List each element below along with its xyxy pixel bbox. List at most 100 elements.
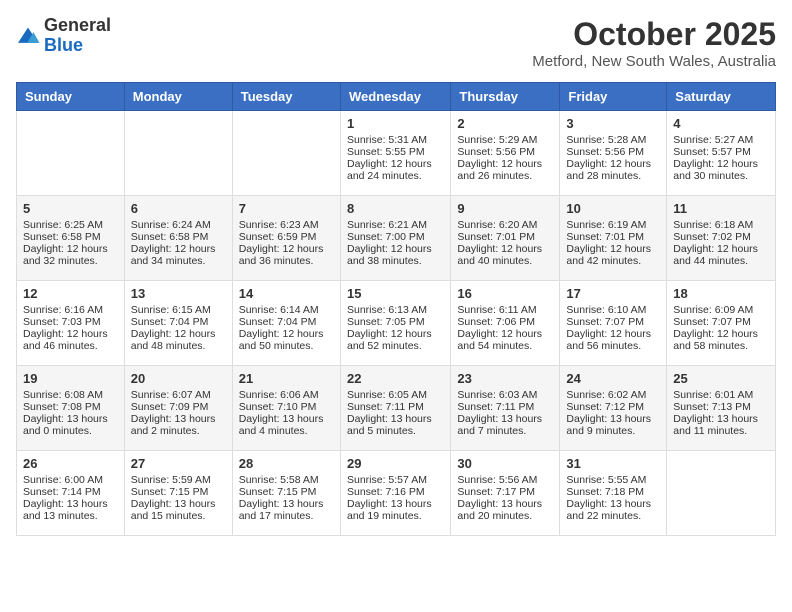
day-number: 14 [239, 286, 334, 301]
sunrise-text: Sunrise: 6:03 AM [457, 389, 537, 401]
sunset-text: Sunset: 7:11 PM [457, 401, 534, 413]
day-number: 15 [347, 286, 444, 301]
daylight-text: Daylight: 13 hours and 5 minutes. [347, 413, 432, 437]
sunset-text: Sunset: 7:15 PM [239, 486, 317, 498]
sunset-text: Sunset: 7:12 PM [566, 401, 644, 413]
logo-icon [16, 26, 40, 46]
day-number: 17 [566, 286, 660, 301]
sunrise-text: Sunrise: 6:09 AM [673, 304, 753, 316]
daylight-text: Daylight: 13 hours and 2 minutes. [131, 413, 216, 437]
day-number: 4 [673, 116, 769, 131]
calendar-cell: 9Sunrise: 6:20 AMSunset: 7:01 PMDaylight… [451, 196, 560, 281]
calendar-cell [667, 451, 776, 536]
weekday-header-saturday: Saturday [667, 83, 776, 111]
daylight-text: Daylight: 12 hours and 48 minutes. [131, 328, 216, 352]
title-block: October 2025 Metford, New South Wales, A… [532, 16, 776, 70]
calendar-cell: 5Sunrise: 6:25 AMSunset: 6:58 PMDaylight… [17, 196, 125, 281]
sunrise-text: Sunrise: 5:57 AM [347, 474, 427, 486]
calendar-cell: 26Sunrise: 6:00 AMSunset: 7:14 PMDayligh… [17, 451, 125, 536]
calendar-cell: 23Sunrise: 6:03 AMSunset: 7:11 PMDayligh… [451, 366, 560, 451]
sunrise-text: Sunrise: 5:27 AM [673, 134, 753, 146]
day-number: 26 [23, 456, 118, 471]
daylight-text: Daylight: 13 hours and 19 minutes. [347, 498, 432, 522]
daylight-text: Daylight: 12 hours and 44 minutes. [673, 243, 758, 267]
calendar-cell: 7Sunrise: 6:23 AMSunset: 6:59 PMDaylight… [232, 196, 340, 281]
week-row-1: 1Sunrise: 5:31 AMSunset: 5:55 PMDaylight… [17, 111, 776, 196]
day-number: 19 [23, 371, 118, 386]
calendar-cell: 31Sunrise: 5:55 AMSunset: 7:18 PMDayligh… [560, 451, 667, 536]
calendar-cell: 14Sunrise: 6:14 AMSunset: 7:04 PMDayligh… [232, 281, 340, 366]
calendar-cell [124, 111, 232, 196]
sunrise-text: Sunrise: 6:18 AM [673, 219, 753, 231]
sunrise-text: Sunrise: 6:05 AM [347, 389, 427, 401]
sunrise-text: Sunrise: 6:19 AM [566, 219, 646, 231]
logo-blue: Blue [44, 35, 83, 55]
weekday-header-wednesday: Wednesday [340, 83, 450, 111]
sunrise-text: Sunrise: 6:08 AM [23, 389, 103, 401]
sunset-text: Sunset: 5:56 PM [566, 146, 644, 158]
daylight-text: Daylight: 12 hours and 26 minutes. [457, 158, 542, 182]
day-number: 2 [457, 116, 553, 131]
sunrise-text: Sunrise: 6:23 AM [239, 219, 319, 231]
logo-text: General Blue [44, 16, 111, 56]
day-number: 20 [131, 371, 226, 386]
calendar-cell: 10Sunrise: 6:19 AMSunset: 7:01 PMDayligh… [560, 196, 667, 281]
sunrise-text: Sunrise: 5:59 AM [131, 474, 211, 486]
calendar-cell: 21Sunrise: 6:06 AMSunset: 7:10 PMDayligh… [232, 366, 340, 451]
weekday-header-friday: Friday [560, 83, 667, 111]
daylight-text: Daylight: 13 hours and 9 minutes. [566, 413, 651, 437]
calendar-cell [232, 111, 340, 196]
calendar-cell: 30Sunrise: 5:56 AMSunset: 7:17 PMDayligh… [451, 451, 560, 536]
day-number: 7 [239, 201, 334, 216]
daylight-text: Daylight: 12 hours and 32 minutes. [23, 243, 108, 267]
day-number: 11 [673, 201, 769, 216]
calendar-cell: 4 Sunrise: 5:27 AMSunset: 5:57 PMDaylight… [667, 111, 776, 196]
day-number: 10 [566, 201, 660, 216]
daylight-text: Daylight: 12 hours and 30 minutes. [673, 158, 758, 182]
day-number: 27 [131, 456, 226, 471]
sunset-text: Sunset: 7:06 PM [457, 316, 535, 328]
sunset-text: Sunset: 7:16 PM [347, 486, 425, 498]
logo-general: General [44, 15, 111, 35]
sunrise-text: Sunrise: 6:20 AM [457, 219, 537, 231]
sunrise-text: Sunrise: 6:24 AM [131, 219, 211, 231]
sunrise-text: Sunrise: 6:06 AM [239, 389, 319, 401]
daylight-text: Daylight: 12 hours and 58 minutes. [673, 328, 758, 352]
sunset-text: Sunset: 7:13 PM [673, 401, 751, 413]
daylight-text: Daylight: 12 hours and 34 minutes. [131, 243, 216, 267]
sunset-text: Sunset: 7:03 PM [23, 316, 101, 328]
sunrise-text: Sunrise: 6:01 AM [673, 389, 753, 401]
sunrise-text: Sunrise: 6:25 AM [23, 219, 103, 231]
sunset-text: Sunset: 7:14 PM [23, 486, 101, 498]
sunrise-text: Sunrise: 6:02 AM [566, 389, 646, 401]
daylight-text: Daylight: 12 hours and 46 minutes. [23, 328, 108, 352]
sunrise-text: Sunrise: 5:31 AM [347, 134, 427, 146]
day-number: 30 [457, 456, 553, 471]
day-number: 25 [673, 371, 769, 386]
daylight-text: Daylight: 12 hours and 38 minutes. [347, 243, 432, 267]
daylight-text: Daylight: 12 hours and 52 minutes. [347, 328, 432, 352]
calendar-cell: 22Sunrise: 6:05 AMSunset: 7:11 PMDayligh… [340, 366, 450, 451]
calendar-cell: 29Sunrise: 5:57 AMSunset: 7:16 PMDayligh… [340, 451, 450, 536]
daylight-text: Daylight: 12 hours and 54 minutes. [457, 328, 542, 352]
sunrise-text: Sunrise: 6:16 AM [23, 304, 103, 316]
calendar-cell: 16Sunrise: 6:11 AMSunset: 7:06 PMDayligh… [451, 281, 560, 366]
weekday-header-monday: Monday [124, 83, 232, 111]
day-number: 9 [457, 201, 553, 216]
sunset-text: Sunset: 6:58 PM [131, 231, 209, 243]
day-number: 12 [23, 286, 118, 301]
calendar-cell: 2Sunrise: 5:29 AMSunset: 5:56 PMDaylight… [451, 111, 560, 196]
daylight-text: Daylight: 12 hours and 36 minutes. [239, 243, 324, 267]
week-row-2: 5Sunrise: 6:25 AMSunset: 6:58 PMDaylight… [17, 196, 776, 281]
daylight-text: Daylight: 12 hours and 24 minutes. [347, 158, 432, 182]
day-number: 31 [566, 456, 660, 471]
calendar-cell: 1Sunrise: 5:31 AMSunset: 5:55 PMDaylight… [340, 111, 450, 196]
day-number: 28 [239, 456, 334, 471]
page-header: General Blue October 2025 Metford, New S… [16, 16, 776, 70]
day-number: 8 [347, 201, 444, 216]
daylight-text: Daylight: 12 hours and 42 minutes. [566, 243, 651, 267]
daylight-text: Daylight: 13 hours and 15 minutes. [131, 498, 216, 522]
sunset-text: Sunset: 5:57 PM [673, 146, 751, 158]
location: Metford, New South Wales, Australia [532, 53, 776, 70]
sunrise-text: Sunrise: 6:21 AM [347, 219, 427, 231]
